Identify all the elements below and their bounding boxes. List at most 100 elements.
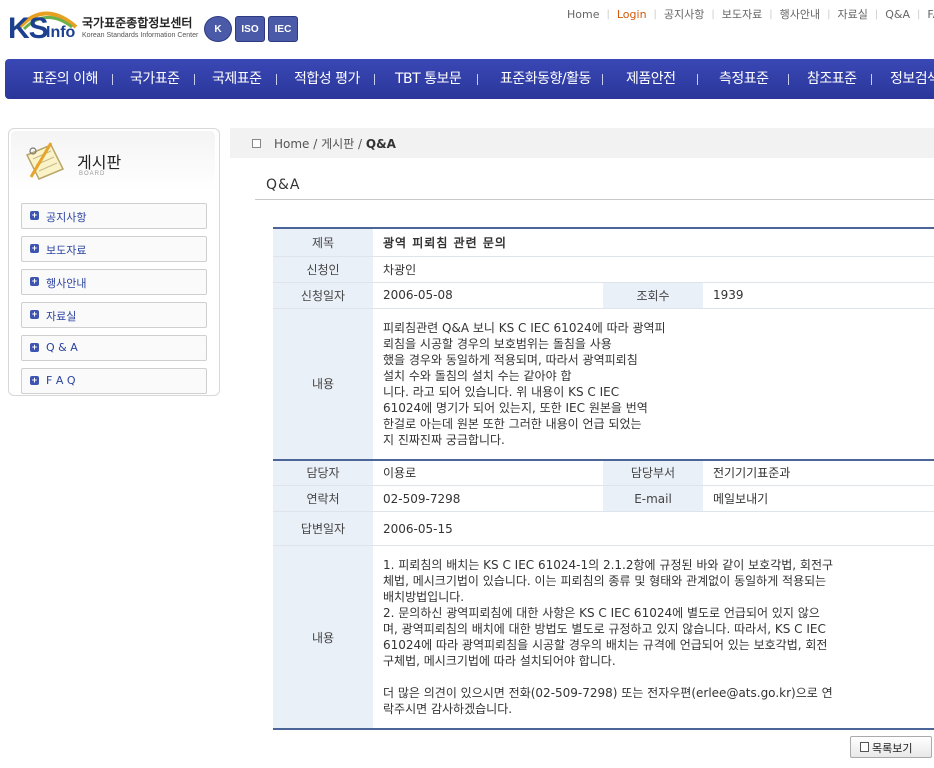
divider — [374, 74, 375, 85]
sidebar-item-notice[interactable]: + 공지사항 — [21, 203, 207, 229]
divider — [194, 74, 195, 85]
table-row: 제목 광역 피뢰침 관련 문의 — [273, 227, 934, 257]
gnb-item-reference[interactable]: 참조표준 — [807, 59, 857, 99]
divider — [602, 74, 603, 85]
plus-icon: + — [30, 342, 39, 352]
divider — [871, 74, 872, 85]
table-row: 담당자 이용로 담당부서 전기기기표준과 — [273, 458, 934, 486]
breadcrumb: Home / 게시판 / Q&A — [230, 128, 934, 158]
gnb-item-tbt[interactable]: TBT 통보문 — [395, 59, 462, 99]
divider — [697, 74, 698, 85]
department-label: 담당부서 — [603, 458, 703, 486]
subject-label: 제목 — [273, 227, 373, 257]
divider — [477, 74, 478, 85]
logo-subtitle: Korean Standards Information Center — [82, 32, 199, 39]
gnb-item-understanding[interactable]: 표준의 이해 — [32, 59, 98, 99]
list-view-label: 목록보기 — [872, 742, 913, 755]
contact-label: 연락처 — [273, 485, 373, 512]
breadcrumb-current: Q&A — [365, 137, 396, 151]
divider — [112, 74, 113, 85]
nav-home[interactable]: Home — [560, 8, 606, 21]
views-value: 1939 — [703, 282, 934, 309]
gnb-item-international[interactable]: 국제표준 — [212, 59, 262, 99]
answer-content-label: 내용 — [273, 545, 373, 730]
table-row: 신청인 차광인 — [273, 256, 934, 283]
nav-qna[interactable]: Q&A — [878, 8, 917, 21]
nav-archive[interactable]: 자료실 — [831, 6, 875, 22]
request-date-label: 신청일자 — [273, 282, 373, 309]
sidebar-item-label: 행사안내 — [46, 277, 87, 290]
sidebar-item-label: F A Q — [46, 374, 76, 387]
sidebar-item-events[interactable]: + 행사안내 — [21, 269, 207, 295]
question-content-label: 내용 — [273, 308, 373, 460]
manager-label: 담당자 — [273, 458, 373, 486]
sidebar-item-label: Q & A — [46, 341, 78, 354]
request-date-value: 2006-05-08 — [373, 282, 603, 309]
gnb-item-search[interactable]: 정보검색 — [890, 59, 934, 99]
gnb-item-safety[interactable]: 제품안전 — [626, 59, 676, 99]
plus-icon: + — [30, 210, 39, 220]
contact-value: 02-509-7298 — [373, 485, 603, 512]
gnb-item-national[interactable]: 국가표준 — [130, 59, 180, 99]
breadcrumb-icon — [252, 139, 261, 148]
table-row: 내용 피뢰침관련 Q&A 보니 KS C IEC 61024에 따라 광역피 뢰… — [273, 308, 934, 460]
plus-icon: + — [30, 276, 39, 286]
divider — [276, 74, 277, 85]
sidebar-item-faq[interactable]: + F A Q — [21, 368, 207, 394]
answer-content: 1. 피뢰침의 배치는 KS C IEC 61024-1의 2.1.2항에 규정… — [383, 558, 834, 716]
qna-view-table: 제목 광역 피뢰침 관련 문의 신청인 차광인 신청일자 2006-05-08 … — [273, 227, 934, 730]
logo-ks: KS — [8, 12, 49, 45]
answer-date-value: 2006-05-15 — [373, 511, 934, 546]
gnb-item-trends[interactable]: 표준화동향/활동 — [500, 59, 591, 99]
list-icon — [860, 742, 869, 752]
sidebar-title-en: BOARD — [79, 171, 106, 177]
email-link[interactable]: 메일보내기 — [703, 485, 934, 512]
sidebar: 게시판 BOARD + 공지사항 + 보도자료 + 행사안내 + 자료실 + Q… — [8, 128, 220, 396]
breadcrumb-text: Home / 게시판 / Q&A — [274, 135, 396, 152]
main-nav: 표준의 이해 국가표준 국제표준 적합성 평가 TBT 통보문 표준화동향/활동… — [5, 59, 934, 99]
divider — [255, 199, 934, 200]
applicant-value: 차광인 — [373, 256, 934, 283]
divider — [788, 74, 789, 85]
list-view-button[interactable]: 목록보기 — [850, 736, 932, 758]
gnb-item-conformity[interactable]: 적합성 평가 — [294, 59, 360, 99]
question-content: 피뢰침관련 Q&A 보니 KS C IEC 61024에 따라 광역피 뢰침을 … — [383, 320, 666, 447]
gnb-item-measurement[interactable]: 측정표준 — [719, 59, 769, 99]
sidebar-item-press[interactable]: + 보도자료 — [21, 236, 207, 262]
table-row: 내용 1. 피뢰침의 배치는 KS C IEC 61024-1의 2.1.2항에… — [273, 545, 934, 730]
subject-value: 광역 피뢰침 관련 문의 — [373, 227, 934, 257]
plus-icon: + — [30, 243, 39, 253]
table-row: 신청일자 2006-05-08 조회수 1939 — [273, 282, 934, 309]
nav-faq[interactable]: FAQ — [920, 8, 934, 21]
plus-icon: + — [30, 309, 39, 319]
nav-login[interactable]: Login — [610, 8, 654, 21]
email-label: E-mail — [603, 485, 703, 512]
table-row: 연락처 02-509-7298 E-mail 메일보내기 — [273, 485, 934, 512]
utility-nav: Home | Login | 공지사항 | 보도자료 | 행사안내 | 자료실 | Q&A |… — [560, 6, 934, 22]
standards-badges: K ISO IEC — [204, 16, 298, 42]
k-mark-icon[interactable]: K — [204, 16, 232, 42]
sidebar-menu: + 공지사항 + 보도자료 + 행사안내 + 자료실 + Q & A + F A… — [21, 203, 207, 401]
sidebar-title: 게시판 — [77, 153, 122, 172]
nav-press[interactable]: 보도자료 — [715, 6, 769, 22]
sidebar-item-qna[interactable]: + Q & A — [21, 335, 207, 361]
table-row: 답변일자 2006-05-15 — [273, 511, 934, 546]
answer-date-label: 답변일자 — [273, 511, 373, 546]
nav-events[interactable]: 행사안내 — [773, 6, 827, 22]
manager-value: 이용로 — [373, 458, 603, 486]
page-title: Q&A — [266, 177, 301, 193]
sidebar-item-label: 자료실 — [46, 310, 77, 323]
applicant-label: 신청인 — [273, 256, 373, 283]
plus-icon: + — [30, 375, 39, 385]
sidebar-header: 게시판 BOARD — [11, 131, 215, 191]
views-label: 조회수 — [603, 282, 703, 309]
notepad-pencil-icon — [25, 142, 65, 180]
iso-badge[interactable]: ISO — [235, 16, 265, 42]
breadcrumb-path[interactable]: Home / 게시판 / — [274, 137, 366, 151]
iec-badge[interactable]: IEC — [268, 16, 298, 42]
nav-notice[interactable]: 공지사항 — [657, 6, 711, 22]
sidebar-item-archive[interactable]: + 자료실 — [21, 302, 207, 328]
logo-title: 국가표준종합정보센터 — [82, 16, 193, 30]
logo-info: Info — [46, 24, 76, 41]
department-value: 전기기기표준과 — [703, 458, 934, 486]
